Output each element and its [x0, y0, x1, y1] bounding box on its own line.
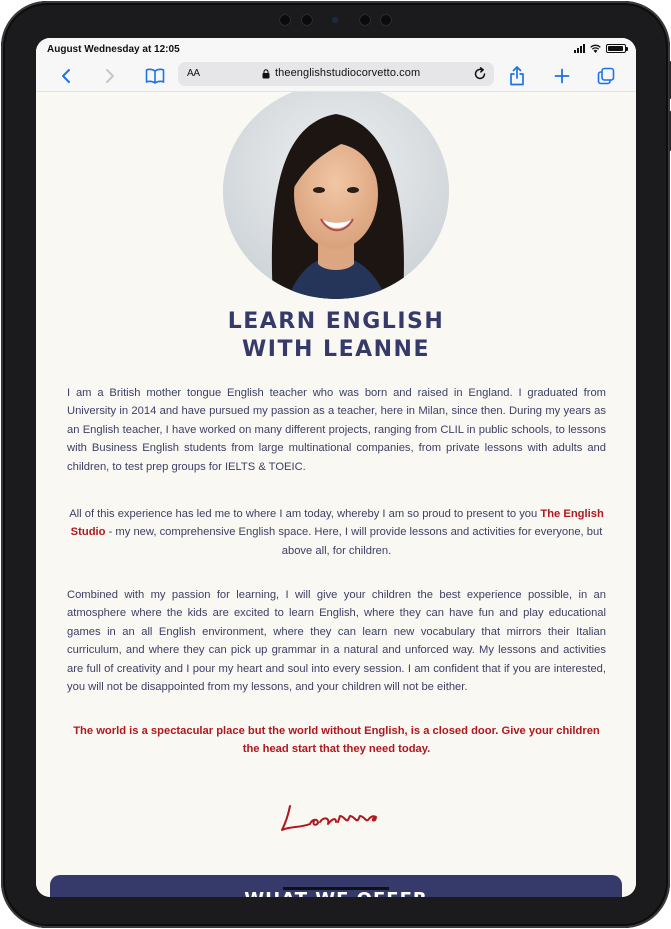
- status-time: August Wednesday at 12:05: [47, 44, 180, 55]
- back-button[interactable]: [54, 64, 78, 88]
- tabs-button[interactable]: [594, 64, 618, 88]
- page-heading: LEARN ENGLISH WITH LEANNE: [36, 308, 636, 364]
- address-bar[interactable]: AA theenglishstudiocorvetto.com: [178, 62, 494, 86]
- sensor-dot: [279, 14, 291, 26]
- passion-paragraph: Combined with my passion for learning, I…: [67, 589, 606, 694]
- heading-line-1: LEARN ENGLISH: [227, 309, 445, 334]
- teacher-portrait-image: [223, 92, 449, 299]
- share-button[interactable]: [505, 64, 529, 88]
- studio-text-before: All of this experience has led me to whe…: [69, 508, 541, 520]
- chevron-left-icon: [62, 69, 70, 83]
- offer-title: WHAT WE OFFER: [50, 889, 622, 897]
- battery-icon: [606, 44, 628, 53]
- screen: August Wednesday at 12:05 AA theenglishs…: [36, 38, 636, 897]
- battery-fill: [608, 46, 624, 51]
- what-we-offer-banner: WHAT WE OFFER: [50, 875, 622, 897]
- studio-paragraph: All of this experience has led me to whe…: [67, 505, 606, 560]
- camera-bar: [279, 13, 397, 27]
- chevron-right-icon: [106, 69, 114, 83]
- bookmarks-button[interactable]: [143, 64, 167, 88]
- sensor-dot: [301, 14, 313, 26]
- share-icon: [510, 66, 524, 86]
- offer-title-underline: [283, 887, 389, 890]
- new-tab-button[interactable]: [550, 64, 574, 88]
- tabs-icon: [597, 67, 615, 85]
- plus-icon: [554, 68, 570, 84]
- heading-line-2: WITH LEANNE: [242, 337, 430, 362]
- camera-lens: [332, 17, 338, 23]
- sensor-dot: [380, 14, 392, 26]
- browser-toolbar: AA theenglishstudiocorvetto.com: [36, 60, 636, 92]
- intro-paragraph: I am a British mother tongue English tea…: [67, 387, 606, 473]
- lock-icon: [262, 69, 270, 79]
- status-icons: [574, 44, 628, 53]
- quote-text: The world is a spectacular place but the…: [73, 725, 600, 756]
- signature-image: [281, 805, 377, 831]
- sensor-dot: [359, 14, 371, 26]
- wifi-icon: [590, 44, 601, 53]
- url-text: theenglishstudiocorvetto.com: [275, 67, 421, 79]
- reader-aa-button[interactable]: AA: [187, 68, 200, 79]
- web-page[interactable]: LEARN ENGLISH WITH LEANNE I am a British…: [36, 92, 636, 897]
- forward-button[interactable]: [98, 64, 122, 88]
- tablet-device-frame: August Wednesday at 12:05 AA theenglishs…: [1, 1, 671, 928]
- book-icon: [145, 68, 165, 84]
- studio-text-after: - my new, comprehensive English space. H…: [105, 526, 603, 557]
- status-bar: August Wednesday at 12:05: [36, 38, 636, 60]
- reload-icon[interactable]: [472, 66, 488, 82]
- profile-photo: [223, 92, 449, 299]
- signal-icon: [574, 44, 585, 53]
